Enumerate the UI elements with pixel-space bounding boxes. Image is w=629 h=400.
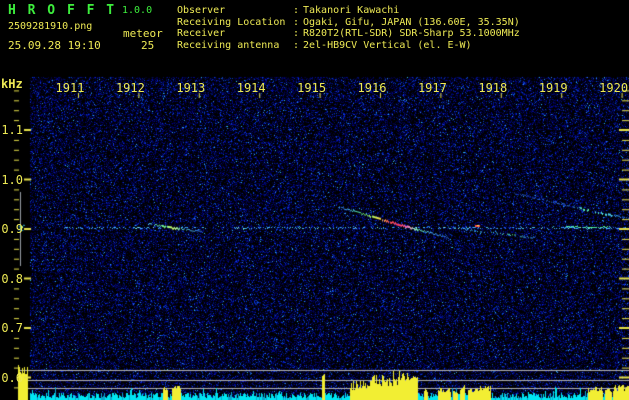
x-tick-label: 1911 [55,81,85,95]
info-value: Takanori Kawachi [303,5,400,16]
x-tick-label: 1913 [176,81,206,95]
spectrogram-canvas [0,0,629,400]
info-label: Receiving antenna [177,39,280,51]
info-colon: : [293,16,300,28]
y-tick-label: 1.1 [1,123,23,137]
x-tick-label: 1912 [115,81,145,95]
mode-label: meteor [123,27,163,40]
app-title: H R O F F T [8,3,117,18]
y-tick-label: 0.9 [1,222,23,236]
x-tick-label: 1918 [478,81,508,95]
y-tick-label: 0.8 [1,271,23,286]
info-colon: : [293,5,300,16]
x-tick-label: 1920 [599,81,629,95]
y-axis-unit-label: kHz [1,77,23,91]
info-colon: : [293,28,300,39]
y-tick-label: 0.7 [1,321,23,335]
x-tick-label: 1916 [357,81,387,95]
info-row: Receiving Location: Ogaki, Gifu, JAPAN (1… [177,16,520,28]
y-tick-label: 1.0 [1,172,23,187]
x-tick-label: 1919 [538,81,568,95]
info-label: Observer [177,5,226,16]
echo-count: 25 [141,39,155,52]
info-colon: : [293,39,300,51]
info-value: 2el-HB9CV Vertical (el. E-W) [303,39,472,51]
x-tick-label: 1914 [236,81,266,95]
info-row: Receiver: R820T2(RTL-SDR) SDR-Sharp 53.10… [177,29,520,39]
info-row: Receiving antenna:2el-HB9CV Vertical (el… [177,39,472,51]
y-tick-label: 0.6 [1,370,23,385]
app-version: 1.0.0 [122,5,153,16]
x-tick-label: 1917 [417,81,447,95]
info-row: Observer: Takanori Kawachi [177,6,399,16]
datetime-label: 25.09.28 19:10 [8,39,101,52]
info-label: Receiver [177,28,226,39]
output-filename: 2509281910.png [8,21,93,32]
info-label: Receiving Location [177,16,286,28]
info-value: Ogaki, Gifu, JAPAN (136.60E, 35.35N) [303,16,520,28]
x-tick-label: 1915 [297,81,327,95]
info-value: R820T2(RTL-SDR) SDR-Sharp 53.1000MHz [303,28,520,39]
hrofft-window: H R O F F T 1.0.0 2509281910.png meteor … [0,0,629,400]
